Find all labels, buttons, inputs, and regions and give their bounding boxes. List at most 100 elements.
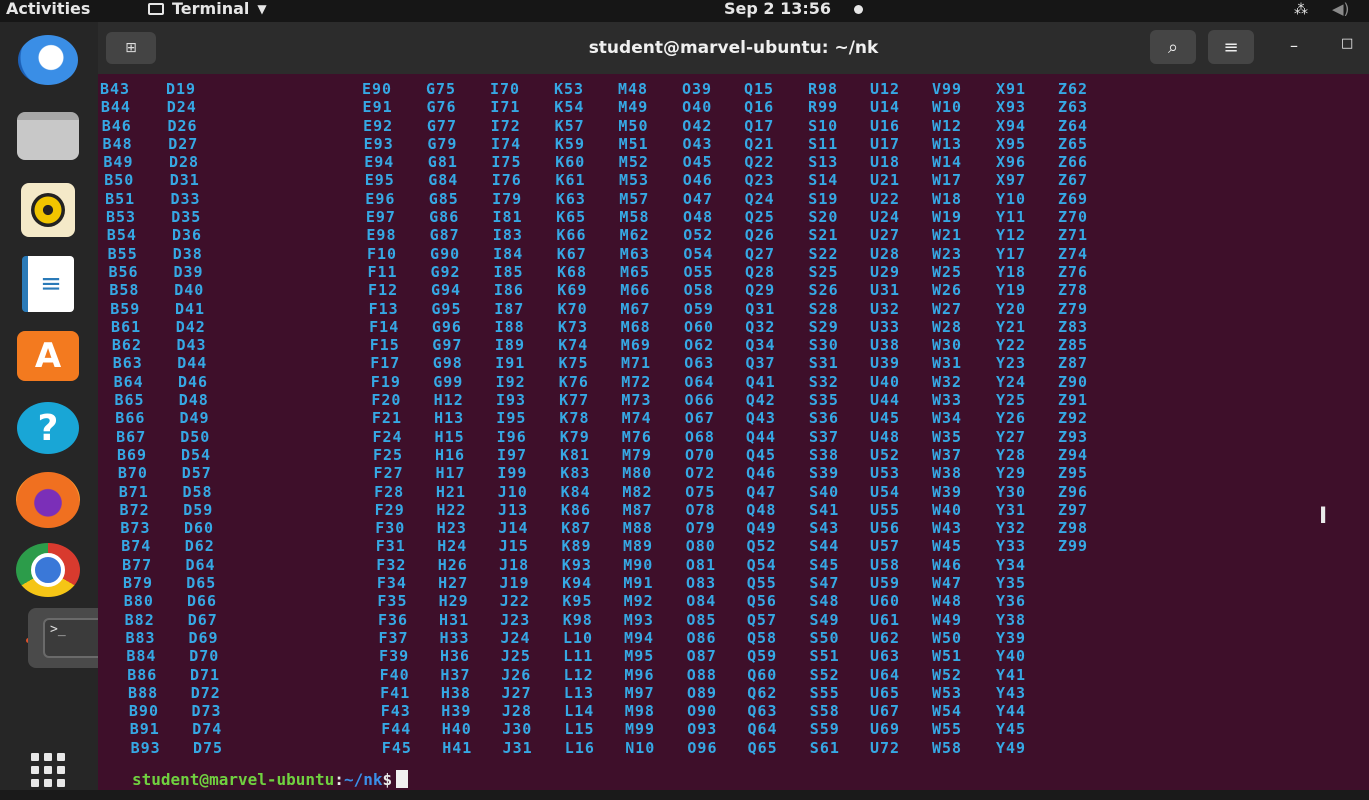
- ls-entry: D41: [175, 299, 206, 318]
- dock-firefox[interactable]: [16, 470, 80, 530]
- ls-entry: Z95: [1058, 464, 1089, 483]
- ls-entry: X95: [996, 134, 1027, 153]
- ls-entry: L10: [563, 628, 594, 647]
- ls-entry: D46: [178, 372, 209, 391]
- ls-entry: Y10: [996, 189, 1027, 208]
- ls-entry: S43: [809, 519, 840, 538]
- ls-entry: I72: [490, 116, 521, 135]
- ls-entry: U67: [870, 702, 901, 721]
- ls-entry: U17: [870, 134, 901, 153]
- ls-entry: M66: [620, 281, 651, 300]
- ls-entry: F31: [375, 537, 406, 556]
- ls-entry: M74: [621, 409, 652, 428]
- app-menu[interactable]: Terminal ▼: [148, 0, 267, 18]
- dock-files[interactable]: [16, 106, 80, 166]
- ls-entry: W47: [932, 574, 963, 593]
- terminal-content[interactable]: B43 B44 B46 B48 B49 B50 B51 B53 B54 B55 B56 B58 B59 B…: [98, 74, 1369, 790]
- ls-entry: Y24: [996, 372, 1027, 391]
- app-menu-label: Terminal: [172, 0, 250, 18]
- ls-entry: U59: [870, 574, 901, 593]
- ibeam-cursor-icon: I: [1319, 504, 1328, 529]
- ls-entry: Y43: [996, 683, 1027, 702]
- ls-entry: S38: [809, 445, 840, 464]
- ls-entry: W13: [932, 134, 963, 153]
- ls-entry: U62: [870, 628, 901, 647]
- ls-entry: H27: [438, 574, 469, 593]
- ls-entry: H17: [435, 464, 466, 483]
- ls-entry: F12: [368, 281, 399, 300]
- ls-entry: K54: [554, 98, 585, 117]
- ls-entry: Z98: [1058, 519, 1089, 538]
- ls-column: Q15 Q16 Q17 Q21 Q22 Q23 Q24 Q25 Q26 Q27 Q28 Q29 Q31 Q…: [744, 80, 778, 757]
- ls-entry: W45: [932, 537, 963, 556]
- search-button[interactable]: ⌕: [1150, 30, 1196, 64]
- thunderbird-icon: [18, 35, 78, 85]
- ls-entry: J18: [499, 555, 530, 574]
- ls-entry: W28: [932, 317, 963, 336]
- clock[interactable]: Sep 2 13:56: [724, 0, 831, 18]
- ls-entry: O39: [682, 80, 713, 98]
- ls-entry: F11: [367, 262, 398, 281]
- ls-entry: S13: [808, 153, 839, 172]
- ls-entry: F28: [374, 482, 405, 501]
- ls-entry: S10: [808, 116, 839, 135]
- ls-entry: S21: [808, 226, 839, 245]
- ls-entry: U69: [870, 720, 901, 739]
- ls-entry: B49: [103, 153, 134, 172]
- grid-icon: [31, 753, 65, 787]
- ls-entry: Q58: [747, 628, 778, 647]
- chevron-down-icon: ▼: [257, 2, 267, 16]
- dock-help[interactable]: ?: [16, 398, 80, 458]
- ls-entry: M67: [620, 299, 651, 318]
- menu-button[interactable]: ≡: [1208, 30, 1254, 64]
- ls-entry: G81: [427, 153, 458, 172]
- dock-chrome[interactable]: [16, 540, 80, 600]
- ls-entry: K73: [557, 317, 588, 336]
- dock-thunderbird[interactable]: [16, 30, 80, 90]
- ls-entry: B72: [119, 500, 150, 519]
- ls-column: D19 D24 D26 D27 D28 D31 D33 D35 D36 D38 D39 D40 D41 D…: [166, 80, 223, 757]
- ls-entry: K83: [560, 464, 591, 483]
- dock-ubuntu-software[interactable]: A: [16, 326, 80, 386]
- ls-entry: S31: [808, 354, 839, 373]
- ls-entry: I84: [493, 244, 524, 263]
- ls-entry: D48: [178, 391, 209, 410]
- ls-entry: H39: [441, 702, 472, 721]
- ls-entry: M97: [624, 683, 655, 702]
- ls-entry: K57: [554, 116, 585, 135]
- ls-entry: M57: [619, 189, 650, 208]
- ls-entry: X93: [996, 98, 1027, 117]
- top-bar: Activities Terminal ▼ Sep 2 13:56 ⁂ ◀): [0, 0, 1369, 22]
- ls-entry: K63: [555, 189, 586, 208]
- ls-entry: D33: [170, 189, 201, 208]
- ls-entry: Q23: [744, 171, 775, 190]
- ls-entry: U39: [870, 354, 901, 373]
- volume-icon[interactable]: ◀): [1332, 0, 1349, 18]
- dock-rhythmbox[interactable]: [16, 180, 80, 240]
- ls-entry: L14: [564, 702, 595, 721]
- ls-entry: W46: [932, 555, 963, 574]
- ls-entry: Q31: [745, 299, 776, 318]
- minimize-button[interactable]: –: [1290, 36, 1298, 55]
- command-prompt[interactable]: student@marvel-ubuntu:~/nk$: [132, 770, 409, 789]
- ls-entry: O81: [685, 555, 716, 574]
- title-bar[interactable]: ⊞ student@marvel-ubuntu: ~/nk ⌕ ≡ – □: [98, 22, 1369, 74]
- ls-entry: O72: [685, 464, 716, 483]
- ls-entry: G98: [432, 354, 463, 373]
- network-icon[interactable]: ⁂: [1294, 2, 1308, 18]
- ls-entry: U64: [870, 665, 901, 684]
- ls-entry: J24: [500, 628, 531, 647]
- ls-entry: H22: [436, 500, 467, 519]
- ls-entry: G86: [429, 208, 460, 227]
- dock-writer[interactable]: ≡: [16, 254, 80, 314]
- maximize-button[interactable]: □: [1341, 36, 1353, 51]
- ls-entry: R98: [808, 80, 839, 98]
- ls-entry: U48: [870, 427, 901, 446]
- ls-entry: Q43: [745, 409, 776, 428]
- dock-show-applications[interactable]: [16, 740, 80, 800]
- ls-entry: Y29: [996, 464, 1027, 483]
- activities-button[interactable]: Activities: [6, 0, 90, 18]
- ls-column: K53 K54 K57 K59 K60 K61 K63 K65 K66 K67 K68 K69 K70 K…: [554, 80, 595, 757]
- ls-entry: Z78: [1058, 281, 1089, 300]
- ls-entry: D57: [181, 464, 212, 483]
